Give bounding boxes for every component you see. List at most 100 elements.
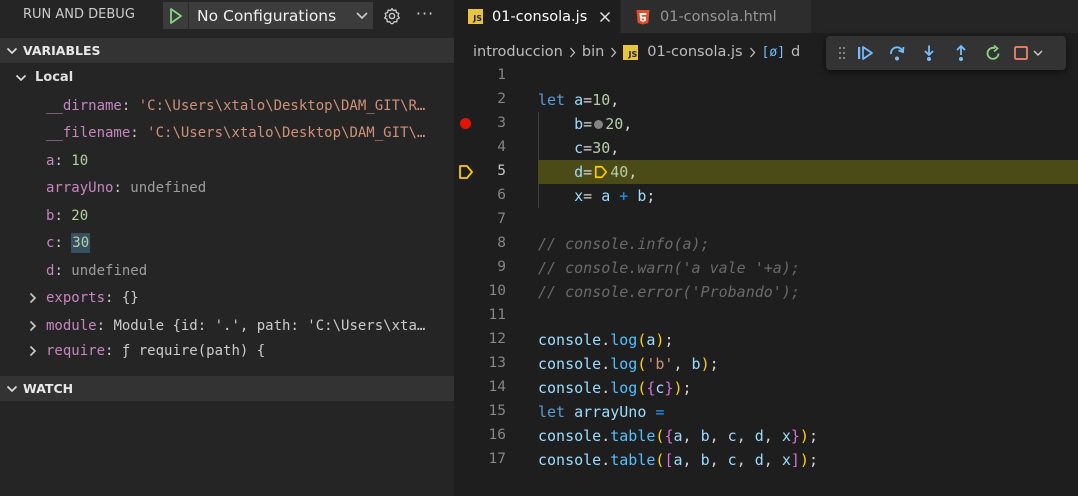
chevron-down-icon (1, 385, 23, 393)
code-text: b= 20, (574, 115, 633, 133)
variable-value: 30 (71, 232, 91, 253)
breadcrumb-item[interactable]: bin (582, 44, 604, 60)
line-number: 11 (488, 307, 506, 323)
run-debug-header: RUN AND DEBUG No Configurations ··· (0, 0, 454, 32)
scope-local[interactable]: Local (0, 64, 454, 91)
variable-row[interactable]: __dirname: 'C:\Users\xtalo\Desktop\DAM_G… (0, 92, 454, 119)
line-number: 14 (488, 379, 506, 395)
more-actions-icon[interactable]: ··· (413, 4, 437, 26)
breadcrumb-item[interactable]: 01-consola.js (647, 44, 742, 60)
variable-row-expandable[interactable]: module: Module {id: '.', path: 'C:\Users… (0, 312, 454, 339)
code-line[interactable]: 8 // console.info(a); (454, 232, 1078, 256)
debug-sidebar: RUN AND DEBUG No Configurations ··· VARI… (0, 0, 454, 496)
tab-label: 01-consola.js (492, 8, 588, 25)
close-tab-button[interactable] (597, 9, 613, 25)
code-text: console.log({c}); (538, 379, 692, 397)
tab-01-consola-js[interactable]: JS 01-consola.js (454, 0, 620, 33)
code-line[interactable]: 17 console.table([a, b, c, d, x]); (454, 448, 1078, 472)
code-line[interactable]: 4 c=30, (454, 136, 1078, 160)
chevron-right-icon (26, 344, 40, 358)
code-text: let arrayUno = (538, 403, 665, 421)
variables-title: VARIABLES (23, 43, 101, 58)
variable-value: 20 (71, 207, 89, 224)
variable-value: ƒ require(path) { (121, 343, 266, 359)
chevron-right-icon (610, 47, 617, 58)
configuration-select[interactable]: No Configurations (163, 2, 373, 29)
close-icon (600, 11, 611, 22)
javascript-file-icon: JS (623, 44, 639, 60)
restart-icon (986, 44, 1000, 60)
code-editor: JS 01-consola.js 01-consola.html introdu… (454, 0, 1078, 496)
scope-label: Local (35, 70, 74, 85)
variable-name: require (46, 343, 106, 359)
code-line[interactable]: 1 (454, 64, 1078, 88)
variable-row-expandable[interactable]: require: ƒ require(path) { (0, 339, 454, 363)
variable-row-expandable[interactable]: exports: {} (0, 284, 454, 311)
breakpoint-icon[interactable] (460, 118, 471, 129)
line-number: 8 (497, 235, 506, 251)
chevron-right-icon (26, 291, 40, 305)
tab-label: 01-consola.html (660, 8, 777, 25)
code-line-current[interactable]: 5 d= 40, (454, 160, 1078, 184)
variable-row[interactable]: d: undefined (0, 257, 454, 284)
chevron-down-icon (15, 74, 29, 82)
code-line[interactable]: 6 x= a + b; (454, 184, 1078, 208)
open-launch-json-button[interactable] (381, 5, 403, 27)
javascript-file-icon: JS (468, 9, 483, 24)
continue-icon (858, 46, 873, 60)
line-number: 12 (488, 331, 506, 347)
variable-name: d (46, 262, 55, 279)
chevron-right-icon (569, 47, 576, 58)
variable-name: __filename (46, 124, 131, 141)
start-debugging-button[interactable] (163, 2, 189, 29)
code-text: // console.error('Probando'); (538, 283, 800, 301)
breadcrumb-item[interactable]: introduccion (473, 44, 563, 60)
play-icon (169, 7, 182, 24)
code-line[interactable]: 10 // console.error('Probando'); (454, 280, 1078, 304)
variable-row[interactable]: __filename: 'C:\Users\xtalo\Desktop\DAM_… (0, 119, 454, 146)
code-line[interactable]: 16 console.table({a, b, c, d, x}); (454, 424, 1078, 448)
line-number: 1 (497, 67, 506, 83)
step-into-icon (924, 45, 934, 61)
chevron-down-icon (351, 11, 373, 21)
code-text: let a=10, (538, 91, 620, 109)
code-text: d= 40, (574, 163, 638, 181)
line-number: 7 (497, 211, 506, 227)
variable-row[interactable]: b: 20 (0, 202, 454, 229)
code-line[interactable]: 11 (454, 304, 1078, 328)
chevron-down-icon (1033, 50, 1043, 56)
step-over-icon (890, 46, 905, 61)
tab-bar: JS 01-consola.js 01-consola.html (454, 0, 1078, 33)
watch-section-header[interactable]: WATCH (0, 376, 454, 401)
tab-01-consola-html[interactable]: 01-consola.html (621, 0, 811, 33)
code-text: // console.warn('a vale '+a); (538, 259, 800, 277)
code-line[interactable]: 3 b= 20, (454, 112, 1078, 136)
line-number: 5 (497, 163, 506, 179)
variable-row[interactable]: c: 30 (0, 229, 454, 256)
gear-icon (384, 7, 400, 25)
line-number: 15 (488, 403, 506, 419)
code-line[interactable]: 12 console.log(a); (454, 328, 1078, 352)
run-debug-title: RUN AND DEBUG (23, 7, 135, 22)
code-text: c=30, (574, 139, 620, 157)
line-number: 16 (488, 427, 506, 443)
variable-symbol-icon: [ø] (761, 44, 786, 60)
variable-row[interactable]: a: 10 (0, 147, 454, 174)
variable-row[interactable]: arrayUno: undefined (0, 174, 454, 201)
code-line[interactable]: 14 console.log({c}); (454, 376, 1078, 400)
variable-name: a (46, 152, 55, 169)
step-out-icon (956, 44, 966, 61)
code-line[interactable]: 15 let arrayUno = (454, 400, 1078, 424)
inline-breakpoint-icon[interactable] (594, 120, 604, 129)
breadcrumb-item[interactable]: d (791, 44, 800, 60)
variable-name: module (46, 317, 97, 334)
stop-icon (1014, 46, 1028, 60)
line-number: 9 (497, 259, 506, 275)
code-line[interactable]: 7 (454, 208, 1078, 232)
code-line[interactable]: 2 let a=10, (454, 88, 1078, 112)
variables-section-header[interactable]: VARIABLES (0, 38, 454, 63)
code-text: x= a + b; (574, 187, 656, 205)
code-line[interactable]: 9 // console.warn('a vale '+a); (454, 256, 1078, 280)
code-line[interactable]: 13 console.log('b', b); (454, 352, 1078, 376)
variable-value: undefined (71, 262, 148, 279)
